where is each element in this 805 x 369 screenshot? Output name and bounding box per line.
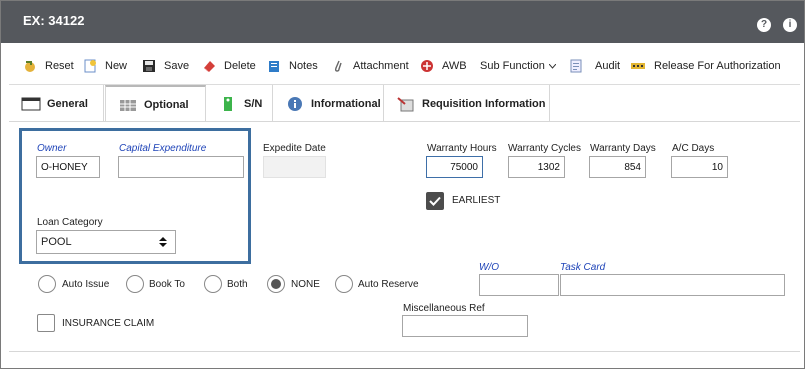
radio-both-label: Both [227,279,248,290]
checkmark-icon [429,196,441,206]
task-card-label: Task Card [560,262,606,273]
grid-icon [118,97,138,113]
ac-days-label: A/C Days [672,143,715,154]
expedite-date-label: Expedite Date [263,143,326,154]
loan-category-select[interactable]: POOL [36,230,176,254]
reset-icon [23,59,37,73]
tag-icon [218,96,238,112]
awb-icon [420,59,434,73]
footer-divider [9,351,800,352]
capital-expenditure-label: Capital Expenditure [119,143,207,154]
release-authorization-button[interactable]: Release For Authorization [630,58,781,74]
radio-book-to[interactable] [126,275,144,293]
warranty-cycles-label: Warranty Cycles [508,143,581,154]
title-bar: EX: 34122 ? i [1,1,804,43]
warranty-hours-field[interactable] [426,156,483,178]
owner-label: Owner [37,143,67,154]
radio-auto-reserve-label: Auto Reserve [358,279,419,290]
audit-icon [569,59,583,73]
wo-field[interactable] [479,274,559,296]
toolbar: Reset New Save Delete Notes Attachment A… [9,43,800,85]
reset-button[interactable]: Reset [23,58,74,74]
new-document-icon [83,59,97,73]
save-button[interactable]: Save [142,58,189,74]
insurance-claim-checkbox[interactable] [37,314,55,332]
save-icon [142,59,156,73]
window-frame: EX: 34122 ? i Reset New Save Delete Note… [0,0,805,369]
notes-button[interactable]: Notes [267,58,318,74]
window-title: EX: 34122 [23,13,85,28]
optional-panel: Owner Capital Expenditure Loan Category … [9,121,800,351]
owner-field[interactable] [36,156,100,178]
warranty-days-field[interactable] [589,156,646,178]
info-circle-icon [285,96,305,112]
task-card-field[interactable] [560,274,785,296]
radio-none-label: NONE [291,279,320,290]
earliest-label: EARLIEST [452,195,501,206]
ac-days-field[interactable] [671,156,728,178]
expedite-date-field [263,156,326,178]
tab-sn[interactable]: S/N [206,85,273,122]
radio-book-to-label: Book To [149,279,185,290]
radio-auto-issue[interactable] [38,275,56,293]
tab-requisition-information[interactable]: Requisition Information [384,85,550,122]
info-icon[interactable]: i [783,18,797,32]
chevron-down-icon [548,60,557,72]
radio-auto-issue-label: Auto Issue [62,279,110,290]
audit-button[interactable]: Audit [569,58,620,74]
select-arrows-icon [159,236,167,248]
awb-button[interactable]: AWB [420,58,467,74]
requisition-icon [396,96,416,112]
capital-expenditure-field[interactable] [118,156,244,178]
radio-auto-reserve[interactable] [335,275,353,293]
sub-function-dropdown[interactable]: Sub Function [480,58,557,74]
insurance-claim-label: INSURANCE CLAIM [62,318,155,329]
tab-informational[interactable]: Informational [273,85,384,122]
attachment-button[interactable]: Attachment [331,58,409,74]
misc-ref-field[interactable] [402,315,528,337]
warranty-hours-label: Warranty Hours [427,143,497,154]
paperclip-icon [331,59,345,73]
eraser-icon [202,59,216,73]
warranty-cycles-field[interactable] [508,156,565,178]
tab-general[interactable]: General [9,85,104,122]
tab-bar: General Optional S/N Informational Requi… [9,85,800,122]
radio-both[interactable] [204,275,222,293]
window-icon [21,96,41,112]
release-icon [630,59,646,73]
earliest-checkbox[interactable] [426,192,444,210]
loan-category-label: Loan Category [37,217,103,228]
help-icon[interactable]: ? [757,18,771,32]
wo-label: W/O [479,262,499,273]
notes-icon [267,59,281,73]
delete-button[interactable]: Delete [202,58,256,74]
new-button[interactable]: New [83,58,127,74]
tab-optional[interactable]: Optional [105,85,206,122]
radio-none[interactable] [267,275,285,293]
warranty-days-label: Warranty Days [590,143,656,154]
misc-ref-label: Miscellaneous Ref [403,303,485,314]
